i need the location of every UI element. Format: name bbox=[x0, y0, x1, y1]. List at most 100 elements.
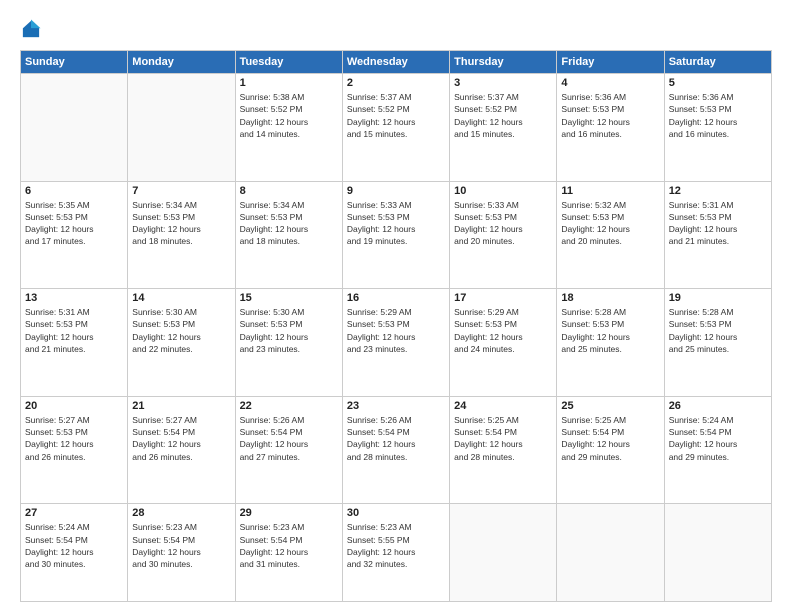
calendar-cell: 26 Sunrise: 5:24 AMSunset: 5:54 PMDayligh… bbox=[664, 396, 771, 504]
day-number: 26 bbox=[669, 400, 767, 412]
day-number: 9 bbox=[347, 185, 445, 197]
column-header-friday: Friday bbox=[557, 51, 664, 74]
calendar-cell: 14 Sunrise: 5:30 AMSunset: 5:53 PMDayligh… bbox=[128, 289, 235, 397]
day-info: Sunrise: 5:27 AMSunset: 5:54 PMDaylight:… bbox=[132, 414, 230, 463]
calendar-cell: 13 Sunrise: 5:31 AMSunset: 5:53 PMDayligh… bbox=[21, 289, 128, 397]
day-number: 29 bbox=[240, 507, 338, 519]
day-info: Sunrise: 5:31 AMSunset: 5:53 PMDaylight:… bbox=[669, 199, 767, 248]
day-info: Sunrise: 5:36 AMSunset: 5:53 PMDaylight:… bbox=[669, 91, 767, 140]
day-info: Sunrise: 5:29 AMSunset: 5:53 PMDaylight:… bbox=[454, 306, 552, 355]
column-header-sunday: Sunday bbox=[21, 51, 128, 74]
logo bbox=[20, 18, 46, 40]
day-number: 21 bbox=[132, 400, 230, 412]
day-number: 6 bbox=[25, 185, 123, 197]
logo-icon bbox=[20, 18, 42, 40]
day-info: Sunrise: 5:30 AMSunset: 5:53 PMDaylight:… bbox=[240, 306, 338, 355]
day-info: Sunrise: 5:36 AMSunset: 5:53 PMDaylight:… bbox=[561, 91, 659, 140]
calendar-cell: 24Sunrise: 5:25 AMSunset: 5:54 PMDayligh… bbox=[450, 396, 557, 504]
day-number: 2 bbox=[347, 77, 445, 89]
calendar-cell: 21 Sunrise: 5:27 AMSunset: 5:54 PMDayligh… bbox=[128, 396, 235, 504]
day-info: Sunrise: 5:25 AMSunset: 5:54 PMDaylight:… bbox=[561, 414, 659, 463]
page: SundayMondayTuesdayWednesdayThursdayFrid… bbox=[0, 0, 792, 612]
calendar-cell: 23Sunrise: 5:26 AMSunset: 5:54 PMDayligh… bbox=[342, 396, 449, 504]
calendar-cell: 27 Sunrise: 5:24 AMSunset: 5:54 PMDayligh… bbox=[21, 504, 128, 602]
day-info: Sunrise: 5:29 AMSunset: 5:53 PMDaylight:… bbox=[347, 306, 445, 355]
calendar-cell: 25 Sunrise: 5:25 AMSunset: 5:54 PMDayligh… bbox=[557, 396, 664, 504]
day-info: Sunrise: 5:37 AMSunset: 5:52 PMDaylight:… bbox=[347, 91, 445, 140]
day-info: Sunrise: 5:37 AMSunset: 5:52 PMDaylight:… bbox=[454, 91, 552, 140]
calendar-cell: 29 Sunrise: 5:23 AMSunset: 5:54 PMDayligh… bbox=[235, 504, 342, 602]
header bbox=[20, 18, 772, 40]
week-row-1: 1 Sunrise: 5:38 AMSunset: 5:52 PMDaylight… bbox=[21, 74, 772, 182]
calendar-cell: 9 Sunrise: 5:33 AMSunset: 5:53 PMDaylight… bbox=[342, 181, 449, 289]
day-info: Sunrise: 5:24 AMSunset: 5:54 PMDaylight:… bbox=[25, 521, 123, 570]
day-number: 5 bbox=[669, 77, 767, 89]
calendar-cell: 2 Sunrise: 5:37 AMSunset: 5:52 PMDaylight… bbox=[342, 74, 449, 182]
day-number: 19 bbox=[669, 292, 767, 304]
day-number: 1 bbox=[240, 77, 338, 89]
day-info: Sunrise: 5:28 AMSunset: 5:53 PMDaylight:… bbox=[669, 306, 767, 355]
day-info: Sunrise: 5:28 AMSunset: 5:53 PMDaylight:… bbox=[561, 306, 659, 355]
day-info: Sunrise: 5:34 AMSunset: 5:53 PMDaylight:… bbox=[132, 199, 230, 248]
day-info: Sunrise: 5:30 AMSunset: 5:53 PMDaylight:… bbox=[132, 306, 230, 355]
day-info: Sunrise: 5:33 AMSunset: 5:53 PMDaylight:… bbox=[347, 199, 445, 248]
week-row-4: 20 Sunrise: 5:27 AMSunset: 5:53 PMDayligh… bbox=[21, 396, 772, 504]
day-number: 7 bbox=[132, 185, 230, 197]
calendar-cell: 28 Sunrise: 5:23 AMSunset: 5:54 PMDayligh… bbox=[128, 504, 235, 602]
day-number: 3 bbox=[454, 77, 552, 89]
column-header-saturday: Saturday bbox=[664, 51, 771, 74]
calendar-cell bbox=[557, 504, 664, 602]
day-number: 11 bbox=[561, 185, 659, 197]
calendar-cell: 7 Sunrise: 5:34 AMSunset: 5:53 PMDaylight… bbox=[128, 181, 235, 289]
day-info: Sunrise: 5:23 AMSunset: 5:54 PMDaylight:… bbox=[240, 521, 338, 570]
day-number: 10 bbox=[454, 185, 552, 197]
day-number: 28 bbox=[132, 507, 230, 519]
day-number: 25 bbox=[561, 400, 659, 412]
day-info: Sunrise: 5:32 AMSunset: 5:53 PMDaylight:… bbox=[561, 199, 659, 248]
day-info: Sunrise: 5:27 AMSunset: 5:53 PMDaylight:… bbox=[25, 414, 123, 463]
calendar-cell: 17 Sunrise: 5:29 AMSunset: 5:53 PMDayligh… bbox=[450, 289, 557, 397]
week-row-3: 13 Sunrise: 5:31 AMSunset: 5:53 PMDayligh… bbox=[21, 289, 772, 397]
calendar-cell bbox=[664, 504, 771, 602]
day-info: Sunrise: 5:35 AMSunset: 5:53 PMDaylight:… bbox=[25, 199, 123, 248]
day-info: Sunrise: 5:38 AMSunset: 5:52 PMDaylight:… bbox=[240, 91, 338, 140]
day-info: Sunrise: 5:26 AMSunset: 5:54 PMDaylight:… bbox=[240, 414, 338, 463]
day-info: Sunrise: 5:31 AMSunset: 5:53 PMDaylight:… bbox=[25, 306, 123, 355]
day-number: 24 bbox=[454, 400, 552, 412]
calendar-cell: 1 Sunrise: 5:38 AMSunset: 5:52 PMDaylight… bbox=[235, 74, 342, 182]
calendar-cell bbox=[128, 74, 235, 182]
calendar-cell: 5 Sunrise: 5:36 AMSunset: 5:53 PMDaylight… bbox=[664, 74, 771, 182]
calendar-cell: 19 Sunrise: 5:28 AMSunset: 5:53 PMDayligh… bbox=[664, 289, 771, 397]
calendar-cell: 15Sunrise: 5:30 AMSunset: 5:53 PMDayligh… bbox=[235, 289, 342, 397]
calendar-cell: 16 Sunrise: 5:29 AMSunset: 5:53 PMDayligh… bbox=[342, 289, 449, 397]
day-number: 27 bbox=[25, 507, 123, 519]
calendar-cell: 6 Sunrise: 5:35 AMSunset: 5:53 PMDaylight… bbox=[21, 181, 128, 289]
day-number: 13 bbox=[25, 292, 123, 304]
calendar-cell: 18 Sunrise: 5:28 AMSunset: 5:53 PMDayligh… bbox=[557, 289, 664, 397]
calendar-cell bbox=[450, 504, 557, 602]
day-info: Sunrise: 5:34 AMSunset: 5:53 PMDaylight:… bbox=[240, 199, 338, 248]
calendar-cell bbox=[21, 74, 128, 182]
calendar-header-row: SundayMondayTuesdayWednesdayThursdayFrid… bbox=[21, 51, 772, 74]
calendar-table: SundayMondayTuesdayWednesdayThursdayFrid… bbox=[20, 50, 772, 602]
calendar-cell: 20 Sunrise: 5:27 AMSunset: 5:53 PMDayligh… bbox=[21, 396, 128, 504]
day-number: 8 bbox=[240, 185, 338, 197]
week-row-2: 6 Sunrise: 5:35 AMSunset: 5:53 PMDaylight… bbox=[21, 181, 772, 289]
day-info: Sunrise: 5:26 AMSunset: 5:54 PMDaylight:… bbox=[347, 414, 445, 463]
day-info: Sunrise: 5:33 AMSunset: 5:53 PMDaylight:… bbox=[454, 199, 552, 248]
day-number: 16 bbox=[347, 292, 445, 304]
calendar-cell: 11 Sunrise: 5:32 AMSunset: 5:53 PMDayligh… bbox=[557, 181, 664, 289]
calendar-cell: 8 Sunrise: 5:34 AMSunset: 5:53 PMDaylight… bbox=[235, 181, 342, 289]
day-info: Sunrise: 5:24 AMSunset: 5:54 PMDaylight:… bbox=[669, 414, 767, 463]
day-number: 18 bbox=[561, 292, 659, 304]
day-number: 4 bbox=[561, 77, 659, 89]
calendar-cell: 10 Sunrise: 5:33 AMSunset: 5:53 PMDayligh… bbox=[450, 181, 557, 289]
day-info: Sunrise: 5:23 AMSunset: 5:55 PMDaylight:… bbox=[347, 521, 445, 570]
column-header-tuesday: Tuesday bbox=[235, 51, 342, 74]
calendar-cell: 12Sunrise: 5:31 AMSunset: 5:53 PMDayligh… bbox=[664, 181, 771, 289]
day-number: 20 bbox=[25, 400, 123, 412]
day-number: 14 bbox=[132, 292, 230, 304]
day-info: Sunrise: 5:23 AMSunset: 5:54 PMDaylight:… bbox=[132, 521, 230, 570]
calendar-cell: 3 Sunrise: 5:37 AMSunset: 5:52 PMDaylight… bbox=[450, 74, 557, 182]
day-number: 17 bbox=[454, 292, 552, 304]
